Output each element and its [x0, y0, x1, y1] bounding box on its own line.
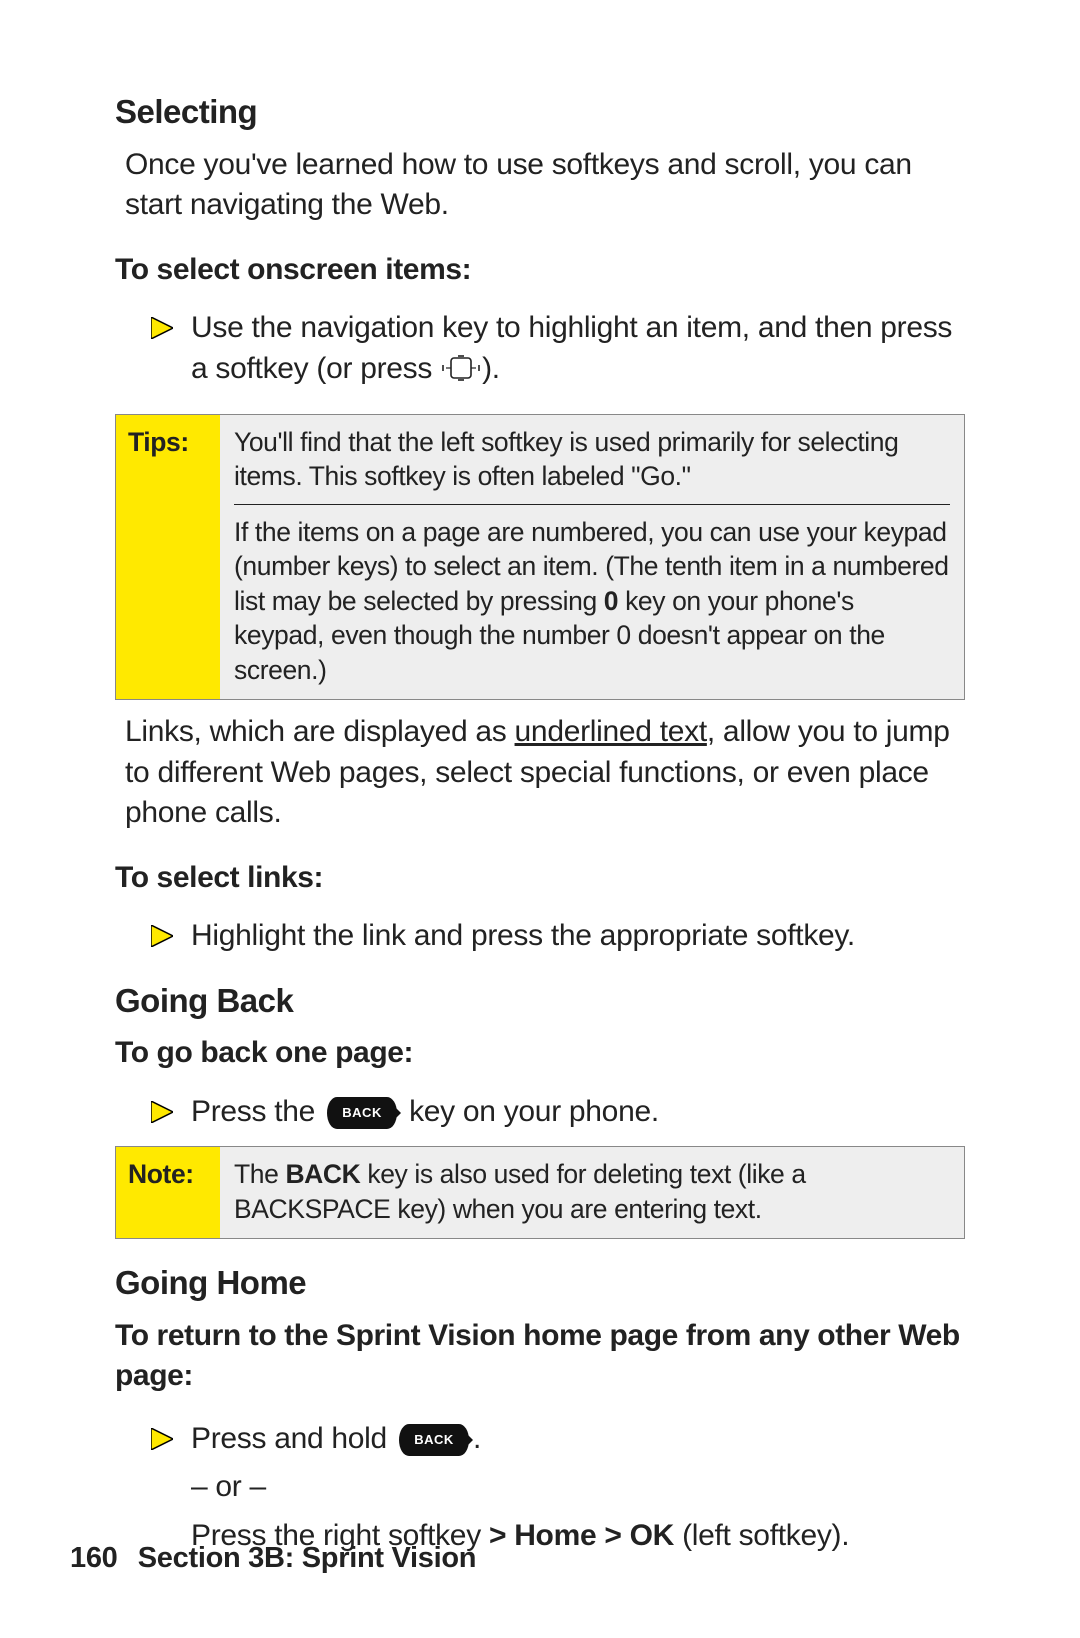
links-text-a: Links, which are displayed as [125, 715, 515, 748]
bullet-text-part-b: ). [482, 352, 500, 385]
go-back-text-b: key on your phone. [401, 1095, 659, 1128]
triangle-bullet-icon [151, 1101, 173, 1123]
back-key-icon: BACK [399, 1424, 469, 1456]
triangle-bullet-icon [151, 317, 173, 339]
heading-going-back: Going Back [115, 979, 965, 1024]
go-home-text-a: Press and hold [191, 1422, 395, 1455]
go-home-alt-b: > Home > OK [489, 1519, 674, 1552]
tips-content: You'll find that the left softkey is use… [220, 415, 964, 699]
links-paragraph: Links, which are displayed as underlined… [125, 712, 965, 834]
go-back-text-a: Press the [191, 1095, 323, 1128]
note-label: Note: [116, 1147, 220, 1238]
bullet-text-part-a: Use the navigation key to highlight an i… [191, 311, 952, 385]
bullet-select-link: Highlight the link and press the appropr… [151, 916, 965, 957]
tips-row-2: If the items on a page are numbered, you… [234, 515, 950, 687]
subhead-select-links: To select links: [115, 858, 965, 899]
page-footer: 160 Section 3B: Sprint Vision [70, 1539, 476, 1578]
page-number: 160 [70, 1539, 130, 1578]
subhead-go-home: To return to the Sprint Vision home page… [115, 1316, 965, 1397]
bullet-text: Highlight the link and press the appropr… [191, 916, 965, 957]
links-underlined-text: underlined text [515, 715, 707, 748]
note-key: BACK [285, 1159, 360, 1189]
heading-selecting: Selecting [115, 90, 965, 135]
tips-divider [234, 504, 950, 505]
subhead-select-items: To select onscreen items: [115, 250, 965, 291]
tips-row-1: You'll find that the left softkey is use… [234, 425, 950, 494]
page: Selecting Once you've learned how to use… [0, 0, 1080, 1638]
note-content: The BACK key is also used for deleting t… [220, 1147, 964, 1238]
back-key-icon: BACK [327, 1097, 397, 1129]
section-label: Section 3B: Sprint Vision [138, 1542, 476, 1574]
triangle-bullet-icon [151, 925, 173, 947]
note-callout: Note: The BACK key is also used for dele… [115, 1146, 965, 1239]
bullet-select-item: Use the navigation key to highlight an i… [151, 308, 965, 392]
go-home-text-b: . [473, 1422, 481, 1455]
heading-going-home: Going Home [115, 1261, 965, 1306]
bullet-go-back: Press the BACK key on your phone. [151, 1092, 965, 1133]
go-home-alt-c: (left softkey). [674, 1519, 849, 1552]
or-separator: – or – [191, 1467, 965, 1508]
triangle-bullet-icon [151, 1428, 173, 1450]
ok-key-icon [440, 352, 482, 393]
tips-label: Tips: [116, 415, 220, 699]
bullet-go-home: Press and hold BACK. – or – Press the ri… [151, 1419, 965, 1557]
tips-row-2-key: 0 [604, 586, 618, 616]
bullet-text: Press and hold BACK. – or – Press the ri… [191, 1419, 965, 1557]
subhead-go-back: To go back one page: [115, 1033, 965, 1074]
note-text-a: The [234, 1159, 285, 1189]
tips-callout: Tips: You'll find that the left softkey … [115, 414, 965, 700]
bullet-text: Press the BACK key on your phone. [191, 1092, 965, 1133]
selecting-intro: Once you've learned how to use softkeys … [125, 145, 965, 226]
bullet-text: Use the navigation key to highlight an i… [191, 308, 965, 392]
